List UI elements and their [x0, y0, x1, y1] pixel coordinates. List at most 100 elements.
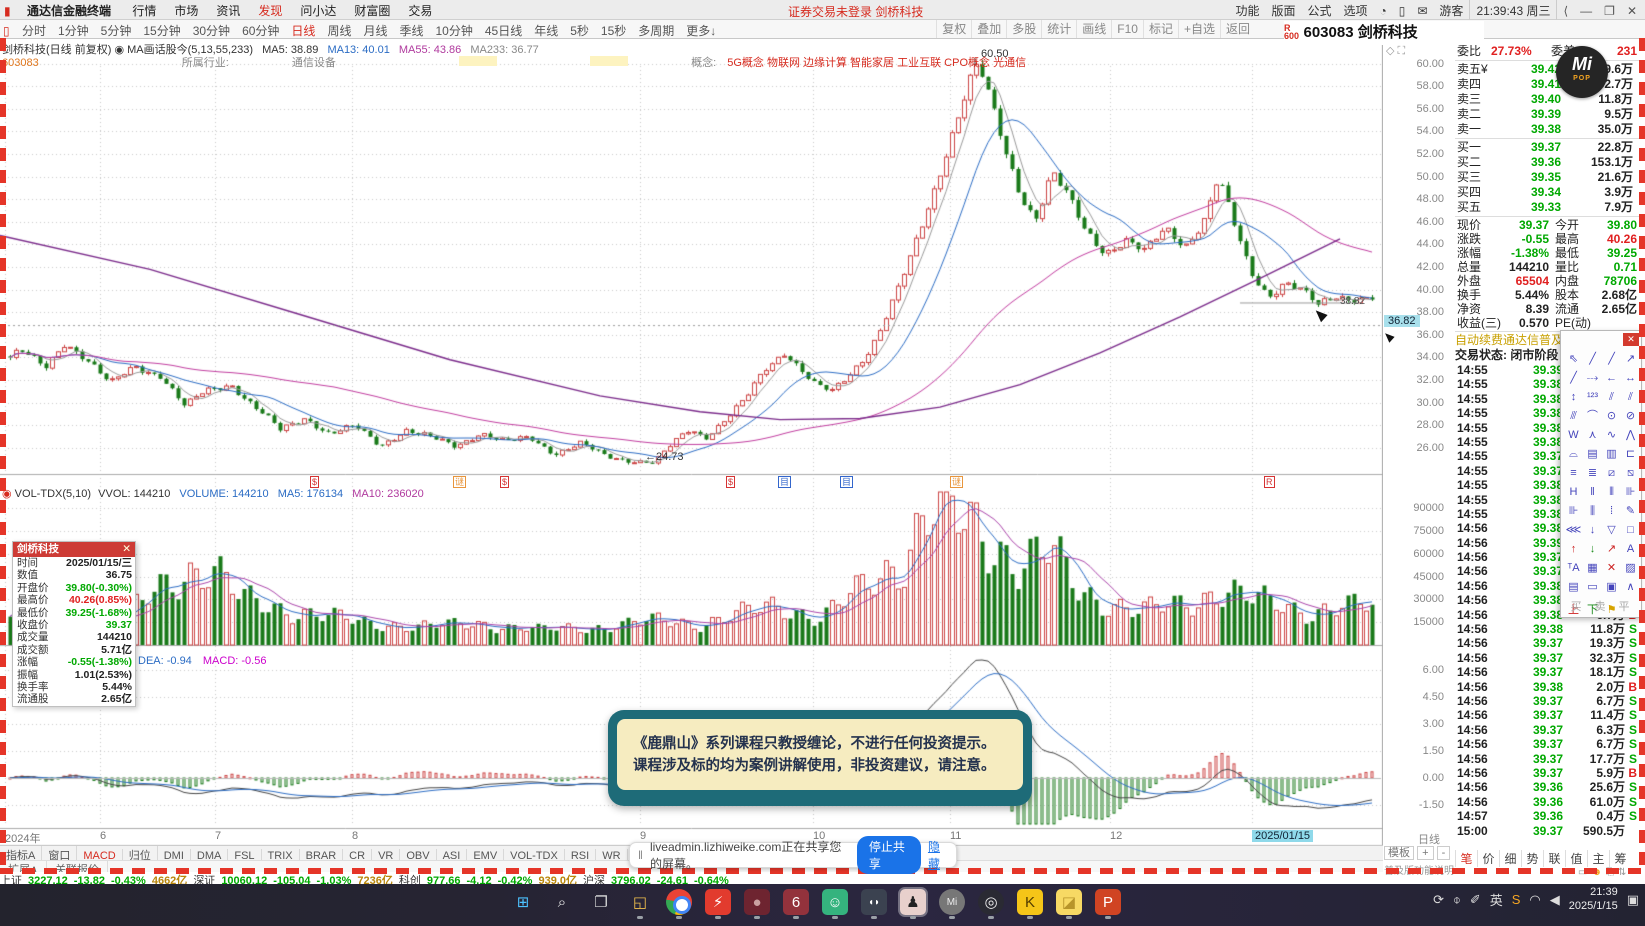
vol-indicator-name[interactable]: VOL-TDX(5,10)	[15, 488, 91, 500]
ask-row[interactable]: 卖三 39.40 11.8万	[1455, 92, 1639, 107]
menu-版面[interactable]: 版面	[1265, 0, 1301, 21]
draw-tool-icon[interactable]: ⤏	[1583, 370, 1602, 387]
draw-tool-icon[interactable]: ←	[1602, 370, 1621, 387]
hide-share-link[interactable]: 隐藏	[928, 838, 948, 872]
draw-tool-icon[interactable]: ≣	[1583, 465, 1602, 482]
popup-titlebar[interactable]: 剑桥科技 ✕	[13, 542, 135, 557]
period-15秒[interactable]: 15秒	[595, 20, 632, 41]
menu-财富圈[interactable]: 财富圈	[345, 0, 399, 21]
stop-share-button[interactable]: 停止共享	[856, 836, 921, 874]
draw-tool-icon[interactable]: ⫴	[1602, 484, 1621, 501]
indicator-tab-指标A[interactable]: 指标A	[0, 846, 43, 860]
bid-row[interactable]: 买二 39.36 153.1万	[1455, 155, 1639, 170]
period-分时[interactable]: 分时	[16, 20, 52, 41]
period-月线[interactable]: 月线	[357, 20, 393, 41]
period-更多↓[interactable]: 更多↓	[680, 20, 722, 41]
draw-tool-icon[interactable]: ▽	[1602, 522, 1621, 539]
indicator-tab-DMI[interactable]: DMI	[158, 849, 191, 860]
draw-tool-icon[interactable]: ↓	[1583, 522, 1602, 539]
quote-tab-价[interactable]: 价	[1477, 850, 1499, 867]
history-back-button[interactable]: ⟨	[1557, 2, 1574, 20]
tool-画线[interactable]: 画线	[1076, 20, 1112, 38]
draw-tool-icon[interactable]: W	[1564, 427, 1583, 444]
draw-tool-icon[interactable]: ⧅	[1621, 465, 1640, 482]
draw-tool-icon[interactable]: ⇖	[1564, 351, 1583, 368]
event-marker[interactable]: R	[1264, 476, 1275, 488]
pause-icon[interactable]: ‖	[638, 848, 643, 862]
concept-tags[interactable]: 5G概念 物联网 边缘计算 智能家居 工业互联 CPO概念 光通信	[727, 57, 1026, 69]
draw-tool-icon[interactable]: ↓	[1583, 541, 1602, 558]
draw-tool-icon[interactable]: ↔	[1621, 370, 1640, 387]
period-年线[interactable]: 年线	[528, 20, 564, 41]
message-icon[interactable]: ✉	[1411, 2, 1433, 20]
draw-mode-卖[interactable]: 卖	[1588, 598, 1612, 614]
menu-交易[interactable]: 交易	[399, 0, 441, 21]
indicator-tab-EMV[interactable]: EMV	[467, 849, 505, 860]
tool-多股[interactable]: 多股	[1006, 20, 1042, 38]
draw-tool-icon[interactable]: ∿	[1602, 427, 1621, 444]
close-button[interactable]: ✕	[1621, 2, 1643, 20]
indicator-tab-归位[interactable]: 归位	[123, 846, 158, 860]
draw-tool-icon[interactable]: ⌒	[1583, 408, 1602, 425]
period-周线[interactable]: 周线	[321, 20, 357, 41]
period-季线[interactable]: 季线	[393, 20, 429, 41]
draw-tool-icon[interactable]: ⋏	[1583, 427, 1602, 444]
darkred-app-icon[interactable]: ●	[744, 889, 770, 919]
period-15分钟[interactable]: 15分钟	[137, 20, 186, 41]
ask-row[interactable]: 卖二 39.39 9.5万	[1455, 107, 1639, 122]
tool-+自选[interactable]: +自选	[1177, 20, 1220, 38]
menu-选项[interactable]: 选项	[1337, 0, 1373, 21]
quote-tab-筹[interactable]: 筹	[1609, 850, 1631, 867]
start-button[interactable]: ⊞	[510, 889, 536, 915]
period-多周期[interactable]: 多周期	[632, 20, 680, 41]
tray-clock[interactable]: 21:39 2025/1/15	[1569, 886, 1618, 914]
indicator-tab-DMA[interactable]: DMA	[191, 849, 229, 860]
draw-tool-icon[interactable]: ⊏	[1621, 446, 1640, 463]
draw-tool-icon[interactable]: ¹²³	[1583, 389, 1602, 406]
bid-row[interactable]: 买五 39.33 7.9万	[1455, 200, 1639, 215]
quote-tab-笔[interactable]: 笔	[1455, 850, 1477, 867]
draw-tool-icon[interactable]: ▭	[1583, 579, 1602, 596]
draw-tool-icon[interactable]: ↗	[1621, 351, 1640, 368]
event-marker[interactable]: 目	[778, 476, 792, 488]
ask-row[interactable]: 卖五¥ 39.42 29.6万	[1455, 62, 1639, 77]
ask-row[interactable]: 卖四 39.41 32.7万	[1455, 77, 1639, 92]
chart-corner-tools[interactable]: ◇ ⛶	[1386, 44, 1405, 58]
indicator-tab-窗口[interactable]: 窗口	[42, 846, 78, 860]
draw-tool-icon[interactable]: ▨	[1621, 560, 1640, 577]
wh6-app-icon[interactable]: 6	[783, 889, 809, 919]
menu-行情[interactable]: 行情	[123, 0, 165, 21]
close-icon[interactable]: ✕	[1623, 333, 1639, 346]
tool-F10[interactable]: F10	[1111, 20, 1143, 38]
event-marker[interactable]: $	[500, 476, 510, 488]
menu-功能[interactable]: 功能	[1229, 0, 1265, 21]
ask-row[interactable]: 卖一 39.38 35.0万	[1455, 122, 1639, 137]
quote-tab-联[interactable]: 联	[1543, 850, 1565, 867]
tool-叠加[interactable]: 叠加	[971, 20, 1007, 38]
chrome-icon[interactable]	[666, 889, 692, 919]
indicator-tab-RSI[interactable]: RSI	[565, 849, 597, 860]
maximize-pane-icon[interactable]: ⛶	[1398, 45, 1406, 57]
green-app-icon[interactable]: ☺	[822, 889, 848, 919]
draw-tool-icon[interactable]: ⁞	[1602, 503, 1621, 520]
indicator-tab-FSL[interactable]: FSL	[228, 849, 262, 860]
period-30分钟[interactable]: 30分钟	[187, 20, 236, 41]
indicator-tab-VR[interactable]: VR	[372, 849, 401, 860]
period-日线[interactable]: 日线	[285, 20, 321, 41]
wechat-icon[interactable]: ◖◗	[861, 889, 887, 919]
draw-tool-icon[interactable]: ╱	[1583, 351, 1602, 368]
webcam-app-icon[interactable]: ◎	[978, 889, 1004, 919]
draw-tool-icon[interactable]: ⫼	[1583, 503, 1602, 520]
mic-icon[interactable]: ⌽	[1453, 892, 1461, 908]
draw-tool-icon[interactable]: ‖	[1583, 484, 1602, 501]
tool-复权[interactable]: 复权	[936, 20, 972, 38]
draw-tool-icon[interactable]: ⊪	[1564, 503, 1583, 520]
task-view-icon[interactable]: ❐	[588, 889, 614, 915]
mobile-icon[interactable]: ▯	[1393, 2, 1412, 20]
bid-row[interactable]: 买一 39.37 22.8万	[1455, 140, 1639, 155]
industry-value[interactable]: 通信设备	[292, 57, 336, 69]
draw-tool-icon[interactable]: ╱	[1564, 370, 1583, 387]
draw-tool-icon[interactable]: ⌓	[1564, 446, 1583, 463]
draw-tool-icon[interactable]: ▣	[1602, 579, 1621, 596]
indicator-tab-BRAR[interactable]: BRAR	[300, 849, 344, 860]
